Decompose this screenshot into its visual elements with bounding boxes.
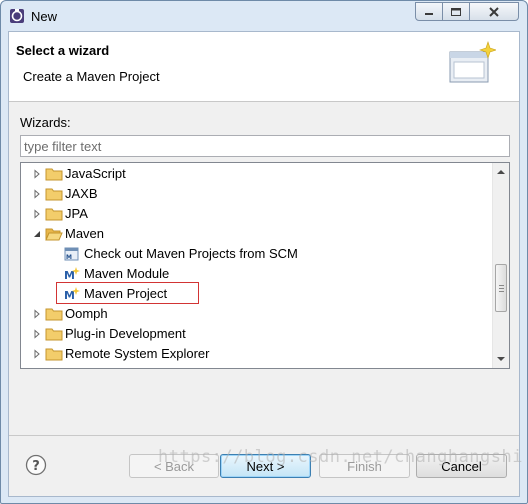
maven-scm-icon: M (64, 247, 79, 261)
thumb-grip (499, 285, 504, 286)
scroll-thumb[interactable] (495, 264, 507, 312)
thumb-grip (499, 288, 504, 289)
wizard-banner-icon (449, 41, 496, 83)
tree-item-label: Maven (65, 226, 105, 241)
folder-icon (45, 168, 63, 181)
tree-item-maven-scm[interactable]: M Check out Maven Projects from SCM (21, 244, 491, 264)
folder-icon (45, 328, 63, 341)
wizards-label: Wizards: (20, 115, 71, 130)
expand-arrow-icon[interactable] (32, 349, 42, 359)
help-icon[interactable]: ? (25, 454, 47, 476)
wizard-banner: Select a wizard Create a Maven Project (9, 32, 519, 102)
selection-highlight (56, 282, 199, 304)
filter-input[interactable] (20, 135, 510, 157)
eclipse-new-wizard-icon (10, 9, 24, 23)
window-title: New (31, 9, 58, 24)
tree-item-maven[interactable]: Maven (21, 224, 491, 244)
maximize-button[interactable] (442, 2, 470, 21)
vertical-scrollbar[interactable] (492, 163, 509, 368)
expand-arrow-icon[interactable] (32, 329, 42, 339)
chevron-up-icon (497, 170, 505, 174)
svg-text:M: M (66, 254, 72, 261)
tree-item-label: Check out Maven Projects from SCM (84, 246, 298, 261)
tree-item-label: Remote System Explorer (65, 346, 210, 361)
scroll-up-button[interactable] (493, 164, 509, 180)
close-icon (489, 6, 499, 17)
expand-arrow-icon[interactable] (32, 209, 42, 219)
tree-item-label: Maven Module (84, 266, 170, 281)
folder-open-icon (45, 228, 63, 241)
minimize-icon (425, 12, 433, 15)
tree-item-jaxb[interactable]: JAXB (21, 184, 491, 204)
dialog-client-area: Select a wizard Create a Maven Project W… (8, 31, 520, 497)
thumb-grip (499, 291, 504, 292)
watermark: https://blog.csdn.net/changhangshi (158, 447, 523, 467)
minimize-button[interactable] (415, 2, 443, 21)
maximize-icon (451, 7, 461, 16)
maven-module-icon: M (64, 267, 80, 282)
chevron-down-icon (497, 357, 505, 361)
tree-item-label: JPA (65, 206, 88, 221)
wizard-tree[interactable]: JavaScript JAXB JPA Maven M Check out Ma… (20, 162, 510, 369)
banner-title: Select a wizard (16, 43, 110, 58)
collapse-arrow-icon[interactable] (32, 229, 42, 239)
tree-item-remote-system-explorer[interactable]: Remote System Explorer (21, 344, 491, 364)
new-wizard-window: New Select a wizard Create a Maven Proje… (0, 0, 528, 504)
scroll-down-button[interactable] (493, 351, 509, 367)
tree-item-maven-module[interactable]: M Maven Module (21, 264, 491, 284)
tree-item-plugin-development[interactable]: Plug-in Development (21, 324, 491, 344)
title-bar[interactable]: New (1, 1, 527, 31)
folder-icon (45, 208, 63, 221)
button-bar-separator (9, 435, 519, 436)
folder-icon (45, 188, 63, 201)
tree-item-javascript[interactable]: JavaScript (21, 164, 491, 184)
close-button[interactable] (469, 2, 519, 21)
expand-arrow-icon[interactable] (32, 309, 42, 319)
tree-item-label: Oomph (65, 306, 108, 321)
folder-icon (45, 308, 63, 321)
folder-icon (45, 348, 63, 361)
tree-item-oomph[interactable]: Oomph (21, 304, 491, 324)
tree-item-label: JAXB (65, 186, 98, 201)
svg-text:?: ? (32, 459, 40, 474)
expand-arrow-icon[interactable] (32, 189, 42, 199)
banner-description: Create a Maven Project (23, 69, 160, 84)
tree-item-label: Plug-in Development (65, 326, 186, 341)
tree-item-jpa[interactable]: JPA (21, 204, 491, 224)
tree-item-label: JavaScript (65, 166, 126, 181)
expand-arrow-icon[interactable] (32, 169, 42, 179)
